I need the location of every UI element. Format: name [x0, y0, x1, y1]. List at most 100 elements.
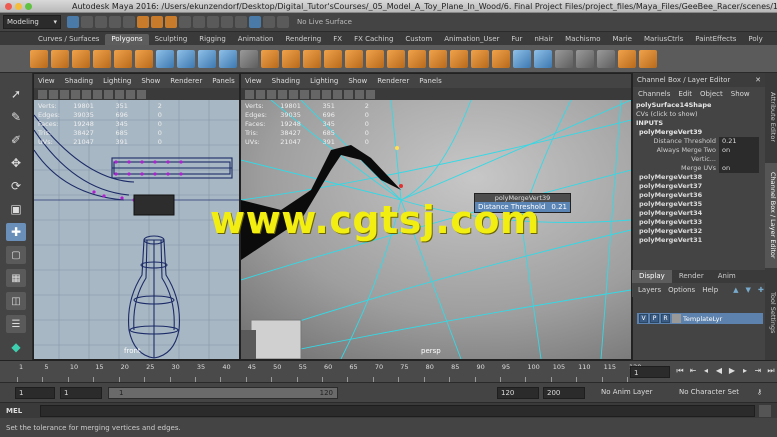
uv-editor-icon[interactable]	[555, 49, 573, 68]
shape-node[interactable]: polySurface14Shape	[633, 101, 765, 110]
extract-icon[interactable]	[198, 49, 216, 68]
poly-cone-icon[interactable]	[93, 49, 111, 68]
input-history-item[interactable]: polyMergeVert34	[633, 209, 765, 218]
panel-menu-lighting[interactable]: Lighting	[103, 77, 131, 85]
fill-hole-icon[interactable]	[345, 49, 363, 68]
target-weld-tool-icon[interactable]: ✚	[6, 223, 26, 241]
slide-edge-icon[interactable]	[618, 49, 636, 68]
time-ticks[interactable]: 1 5 10 15 20 25 30 35 40 45 50 55 60 65 70 75 80 85 90 95 10…	[17, 361, 641, 383]
panel-menu-view[interactable]: View	[245, 77, 262, 85]
character-set-dropdown[interactable]: No Character Set	[679, 388, 739, 396]
lasso-tool-icon[interactable]: ✎	[6, 108, 26, 126]
shelf-tab-nhair[interactable]: nHair	[528, 34, 559, 45]
new-layer-icon[interactable]: ✚	[758, 286, 764, 294]
layer-playback-toggle[interactable]: P	[650, 314, 659, 323]
select-component-icon[interactable]	[165, 16, 177, 28]
poly-cylinder-icon[interactable]	[72, 49, 90, 68]
move-tool-icon[interactable]: ✥	[6, 154, 26, 172]
panel-menu-renderer[interactable]: Renderer	[170, 77, 202, 85]
planar-map-icon[interactable]	[513, 49, 531, 68]
channel-attr-row[interactable]: Distance Threshold 0.21	[633, 137, 765, 146]
redo-icon[interactable]	[123, 16, 135, 28]
script-editor-icon[interactable]	[759, 404, 771, 417]
camera-icon[interactable]	[38, 89, 47, 99]
bridge-icon[interactable]	[303, 49, 321, 68]
xray-icon[interactable]	[344, 89, 353, 99]
shelf-tab-polygons[interactable]: Polygons	[105, 34, 149, 45]
cb-menu-object[interactable]: Object	[700, 90, 723, 98]
xray-icon[interactable]	[137, 89, 146, 99]
rotate-tool-icon[interactable]: ⟳	[6, 177, 26, 195]
cb-menu-edit[interactable]: Edit	[678, 90, 692, 98]
zoom-window-button[interactable]	[25, 2, 32, 10]
poly-cube-icon[interactable]	[51, 49, 69, 68]
play-backwards-icon[interactable]: ◀	[714, 366, 724, 376]
grid-icon[interactable]	[278, 89, 287, 99]
side-tab-channel-box[interactable]: Channel Box / Layer Editor	[765, 163, 777, 268]
minimize-window-button[interactable]	[15, 2, 22, 10]
shelf-tab-marie[interactable]: Marie	[606, 34, 637, 45]
combine-icon[interactable]	[156, 49, 174, 68]
anim-layer-dropdown[interactable]: No Anim Layer	[601, 388, 652, 396]
shelf-tab-curves-surfaces[interactable]: Curves / Surfaces	[32, 34, 105, 45]
smooth-shade-icon[interactable]	[300, 89, 309, 99]
menu-set-dropdown[interactable]: Modeling ▾	[3, 15, 61, 29]
shelf-tab-rendering[interactable]: Rendering	[279, 34, 327, 45]
soften-edge-icon[interactable]	[576, 49, 594, 68]
layer-reference-toggle[interactable]: R	[661, 314, 670, 323]
quad-draw-icon[interactable]	[639, 49, 657, 68]
step-back-frame-icon[interactable]: ◂	[701, 366, 711, 376]
playback-end-field[interactable]: 120	[497, 387, 539, 399]
shelf-tab-fur[interactable]: Fur	[505, 34, 528, 45]
channel-attr-row[interactable]: Always Merge Two Vertic... on	[633, 146, 765, 164]
offset-edge-loop-icon[interactable]	[408, 49, 426, 68]
automatic-map-icon[interactable]	[534, 49, 552, 68]
textured-icon[interactable]	[311, 89, 320, 99]
multi-cut-icon[interactable]	[366, 49, 384, 68]
textured-icon[interactable]	[104, 89, 113, 99]
input-history-item[interactable]: polyMergeVert37	[633, 182, 765, 191]
shelf-tab-rigging[interactable]: Rigging	[193, 34, 232, 45]
panel-menu-panels[interactable]: Panels	[419, 77, 442, 85]
distance-threshold-value[interactable]: 0.21	[551, 203, 567, 211]
snap-grid-icon[interactable]	[193, 16, 205, 28]
cvs-toggle[interactable]: CVs (click to show)	[633, 110, 765, 119]
step-forward-frame-icon[interactable]: ▸	[740, 366, 750, 376]
bookmark-icon[interactable]	[267, 89, 276, 99]
side-tab-attribute-editor[interactable]: Attribute Editor	[765, 77, 777, 157]
layer-menu-layers[interactable]: Layers	[638, 286, 661, 294]
outliner-layout-icon[interactable]: ☰	[6, 315, 26, 333]
input-history-item[interactable]: polyMergeVert33	[633, 218, 765, 227]
panel-menu-lighting[interactable]: Lighting	[310, 77, 338, 85]
two-pane-layout-icon[interactable]: ◫	[6, 292, 26, 310]
poly-sphere-icon[interactable]	[30, 49, 48, 68]
new-scene-icon[interactable]	[67, 16, 79, 28]
harden-edge-icon[interactable]	[597, 49, 615, 68]
poly-plane-icon[interactable]	[114, 49, 132, 68]
step-back-key-icon[interactable]: ⇤	[688, 366, 698, 376]
bookmark-icon[interactable]	[60, 89, 69, 99]
panel-menu-view[interactable]: View	[38, 77, 55, 85]
channel-attr-label[interactable]: Merge UVs	[633, 164, 719, 173]
tab-anim[interactable]: Anim	[711, 270, 743, 283]
step-forward-key-icon[interactable]: ⇥	[753, 366, 763, 376]
shelf-tab-painteffects[interactable]: PaintEffects	[689, 34, 742, 45]
mel-label[interactable]: MEL	[0, 407, 40, 415]
layer-visibility-toggle[interactable]: V	[639, 314, 648, 323]
playback-start-field[interactable]: 1	[60, 387, 102, 399]
four-pane-layout-icon[interactable]: ▦	[6, 269, 26, 287]
open-scene-icon[interactable]	[81, 16, 93, 28]
channel-attr-label[interactable]: Distance Threshold	[633, 137, 719, 146]
snap-surface-icon[interactable]	[235, 16, 247, 28]
layer-menu-options[interactable]: Options	[668, 286, 695, 294]
shadows-icon[interactable]	[126, 89, 135, 99]
shelf-tab-animation-user[interactable]: Animation_User	[438, 34, 505, 45]
layer-menu-help[interactable]: Help	[702, 286, 718, 294]
current-frame-field[interactable]: 1	[630, 366, 670, 378]
ipr-icon[interactable]	[277, 16, 289, 28]
close-window-button[interactable]	[5, 2, 12, 10]
grid-icon[interactable]	[71, 89, 80, 99]
undo-icon[interactable]	[109, 16, 121, 28]
save-scene-icon[interactable]	[95, 16, 107, 28]
panel-menu-shading[interactable]: Shading	[65, 77, 93, 85]
